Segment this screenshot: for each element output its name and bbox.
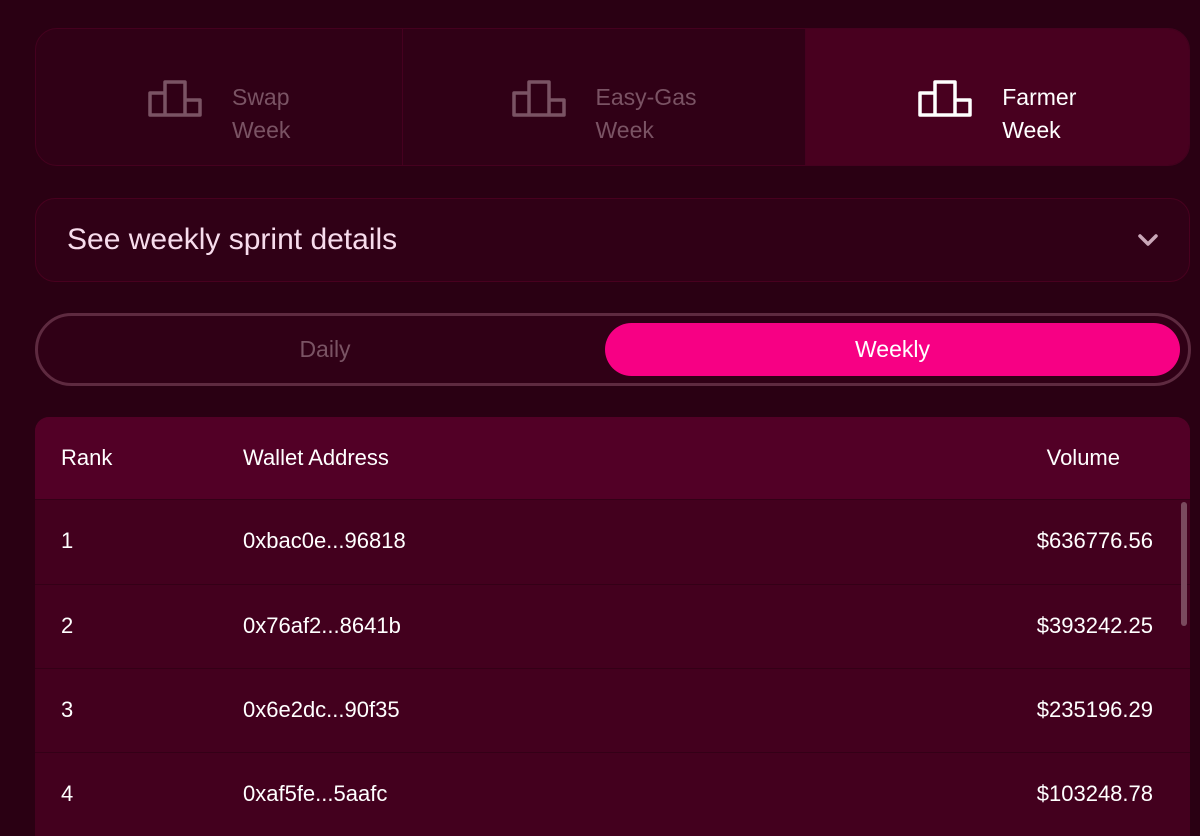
tab-label: Easy-Gas Week [595, 83, 697, 143]
table-row: 4 0xaf5fe...5aafc $103248.78 [35, 752, 1190, 835]
leaderboard-table: Rank Wallet Address Volume 1 0xbac0e...9… [35, 417, 1190, 836]
wallet-cell: 0xaf5fe...5aafc [243, 781, 388, 806]
tab-easy-gas-week[interactable]: Easy-Gas Week [402, 29, 804, 165]
chevron-down-icon[interactable] [1137, 233, 1159, 247]
period-toggle: Daily Weekly [35, 313, 1191, 386]
podium-icon [148, 80, 202, 117]
table-header: Rank Wallet Address Volume [35, 417, 1190, 499]
column-header-volume: Volume [1046, 445, 1120, 470]
volume-cell: $235196.29 [1036, 697, 1153, 722]
podium-icon [511, 80, 566, 117]
table-row: 2 0x76af2...8641b $393242.25 [35, 584, 1190, 667]
podium-icon [918, 80, 972, 117]
column-header-rank: Rank [61, 445, 113, 470]
tab-label: Swap Week [231, 83, 291, 143]
sprint-details-accordion[interactable]: See weekly sprint details [35, 198, 1190, 282]
rank-cell: 3 [61, 697, 74, 722]
toggle-daily[interactable]: Daily [45, 323, 605, 376]
sprint-details-title: See weekly sprint details [67, 223, 398, 256]
toggle-weekly[interactable]: Weekly [605, 323, 1180, 376]
table-scrollbar[interactable] [1181, 502, 1187, 626]
table-row: 1 0xbac0e...96818 $636776.56 [35, 499, 1190, 582]
wallet-cell: 0xbac0e...96818 [243, 528, 406, 553]
wallet-cell: 0x76af2...8641b [243, 613, 401, 638]
volume-cell: $103248.78 [1036, 781, 1153, 806]
leaderboard-page: Swap Week Easy-Gas Week Farmer Week See wee… [0, 0, 1200, 836]
rank-cell: 4 [61, 781, 74, 806]
volume-cell: $636776.56 [1036, 528, 1153, 553]
rank-cell: 1 [61, 528, 74, 553]
wallet-cell: 0x6e2dc...90f35 [243, 697, 400, 722]
week-tabs: Swap Week Easy-Gas Week Farmer Week [35, 28, 1190, 166]
tab-label: Farmer Week [1002, 83, 1077, 143]
tab-farmer-week[interactable]: Farmer Week [804, 29, 1189, 165]
tab-swap-week[interactable]: Swap Week [36, 29, 402, 165]
column-header-wallet: Wallet Address [243, 445, 389, 470]
table-row: 3 0x6e2dc...90f35 $235196.29 [35, 668, 1190, 751]
volume-cell: $393242.25 [1036, 613, 1153, 638]
rank-cell: 2 [61, 613, 74, 638]
